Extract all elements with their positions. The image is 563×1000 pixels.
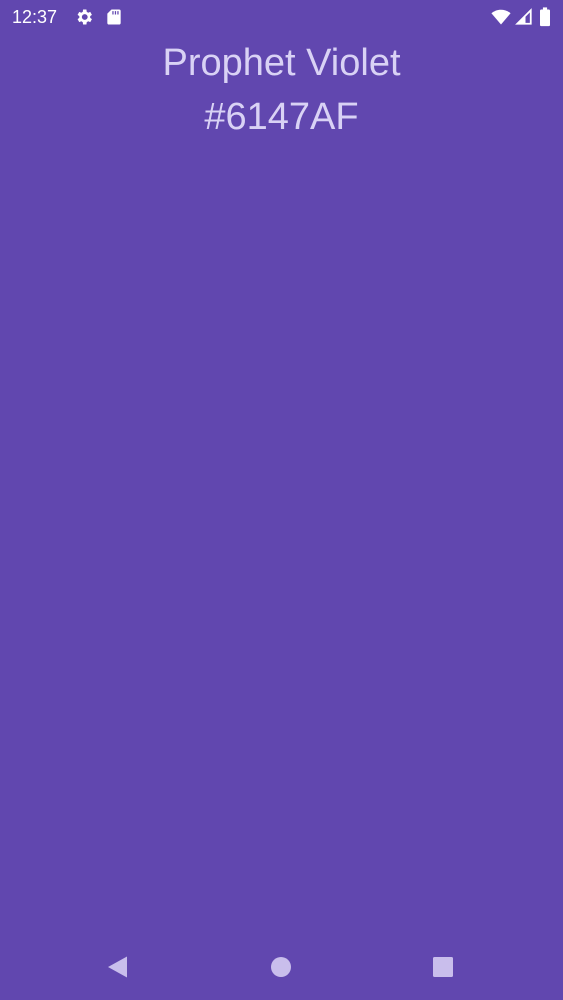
recents-icon: [430, 954, 456, 980]
color-name: Prophet Violet: [162, 42, 401, 84]
status-time: 12:37: [12, 7, 58, 27]
home-button[interactable]: [268, 954, 294, 980]
navigation-bar: [0, 934, 563, 1000]
signal-icon: [515, 7, 533, 27]
battery-icon: [538, 7, 552, 27]
gear-icon: [74, 7, 94, 27]
color-hex-code: #6147AF: [204, 96, 359, 138]
recents-button[interactable]: [430, 954, 456, 980]
back-button[interactable]: [104, 954, 130, 980]
wifi-icon: [490, 7, 512, 27]
back-icon: [104, 954, 130, 980]
sd-card-icon: [104, 7, 124, 27]
home-icon: [268, 954, 294, 980]
screen: 12:37 Prophet Violet #6147AF: [0, 0, 563, 1000]
status-bar: 12:37: [0, 0, 563, 34]
